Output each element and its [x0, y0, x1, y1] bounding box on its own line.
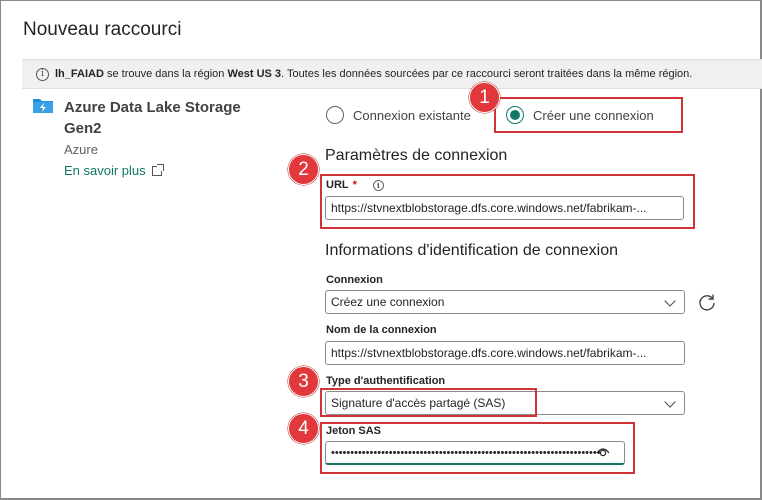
connection-dropdown-value: Créez une connexion: [331, 295, 445, 309]
highlight-box-4: [320, 422, 635, 474]
adls-icon: [33, 99, 53, 113]
banner-text-2: . Toutes les données sourcées par ce rac…: [281, 68, 693, 80]
banner-text-1: se trouve dans la région: [103, 68, 228, 80]
highlight-box-1: [494, 97, 683, 133]
source-provider: Azure: [64, 142, 98, 157]
learn-more-link[interactable]: En savoir plus: [64, 163, 164, 178]
radio-existing-label: Connexion existante: [353, 107, 471, 123]
refresh-icon[interactable]: [697, 292, 717, 312]
radio-existing-connection[interactable]: Connexion existante: [326, 106, 471, 124]
connection-name-input[interactable]: https://stvnextblobstorage.dfs.core.wind…: [325, 341, 685, 365]
info-icon: i: [36, 67, 49, 81]
callout-badge-3: 3: [288, 366, 319, 397]
auth-type-label: Type d'authentification: [326, 375, 446, 387]
credentials-heading: Informations d'identification de connexi…: [325, 242, 619, 259]
radio-circle-existing[interactable]: [326, 106, 344, 124]
dialog-title: Nouveau raccourci: [23, 19, 182, 40]
banner-region: West US 3: [227, 68, 282, 80]
learn-more-label[interactable]: En savoir plus: [64, 163, 146, 178]
callout-badge-1: 1: [469, 82, 500, 113]
banner-lakehouse: lh_FAIAD: [55, 68, 104, 80]
source-name: Azure Data Lake Storage Gen2: [64, 99, 241, 137]
highlight-box-2: [320, 174, 695, 229]
callout-badge-4: 4: [288, 413, 319, 444]
callout-badge-2: 2: [288, 154, 319, 185]
settings-heading: Paramètres de connexion: [325, 147, 508, 164]
connection-dropdown[interactable]: Créez une connexion: [325, 290, 685, 314]
connection-name-label: Nom de la connexion: [326, 324, 437, 336]
connection-name-value: https://stvnextblobstorage.dfs.core.wind…: [331, 346, 647, 360]
region-info-banner: i lh_FAIAD se trouve dans la région West…: [22, 59, 762, 89]
chevron-down-icon: [664, 396, 676, 408]
chevron-down-icon: [664, 295, 676, 307]
external-link-icon: [151, 163, 164, 176]
highlight-box-3: [320, 388, 537, 417]
connection-label: Connexion: [326, 274, 383, 286]
